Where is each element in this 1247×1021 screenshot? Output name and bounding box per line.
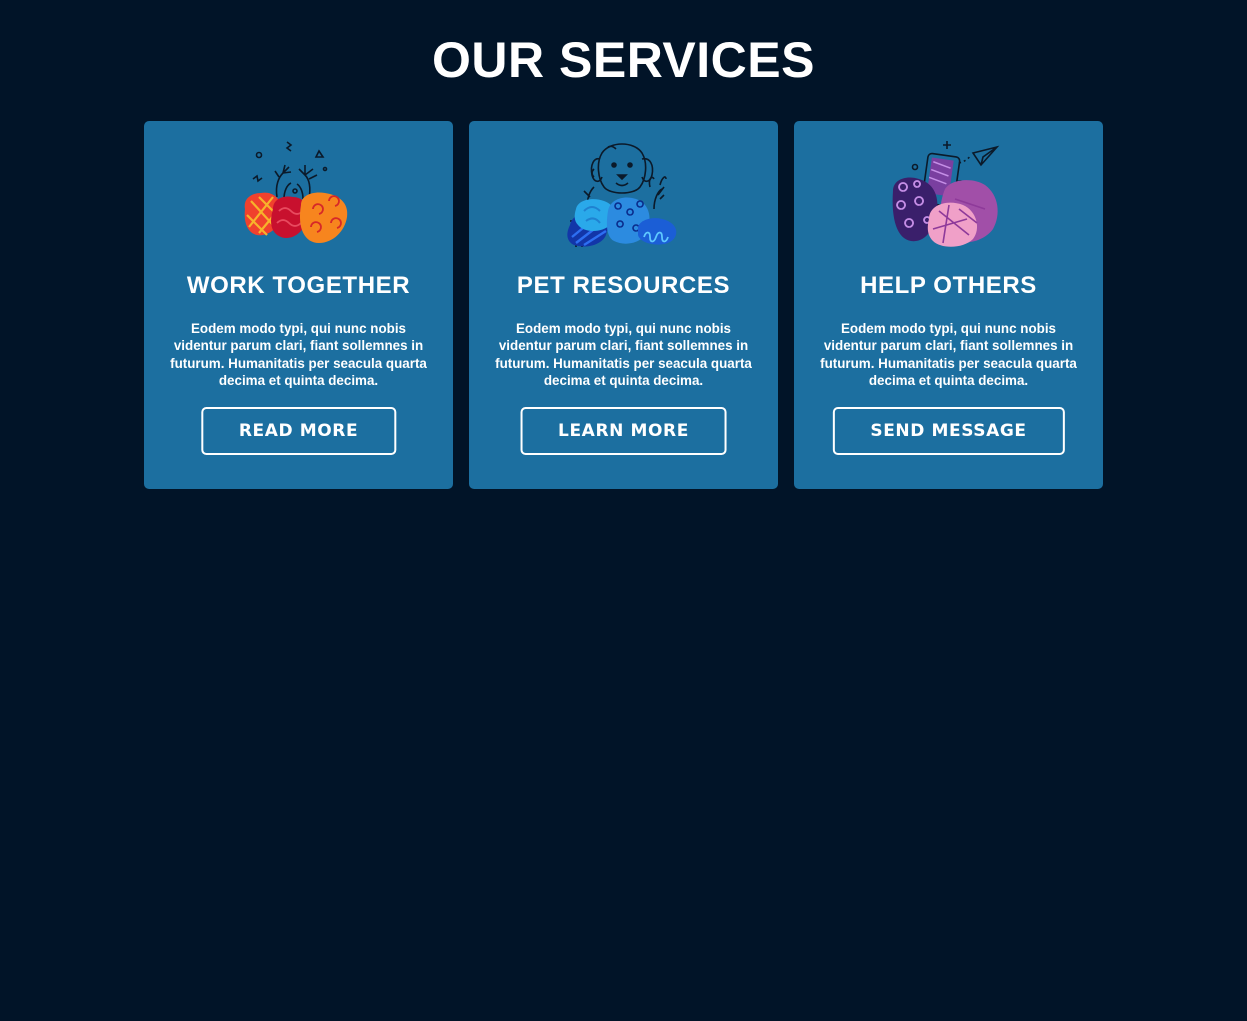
- service-card-help-others: HELP OTHERS Eodem modo typi, qui nunc no…: [794, 121, 1103, 489]
- phone-paper-plane-illustration-icon: [892, 141, 999, 247]
- page-title: OUR SERVICES: [432, 32, 815, 88]
- dog-pet-illustration-icon: [566, 143, 676, 247]
- card-description: Eodem modo typi, qui nunc nobis videntur…: [495, 321, 752, 389]
- card-title: PET RESOURCES: [516, 272, 731, 299]
- card-title: HELP OTHERS: [860, 272, 1037, 299]
- learn-more-button[interactable]: LEARN MORE: [520, 407, 727, 455]
- card-description: Eodem modo typi, qui nunc nobis videntur…: [170, 321, 427, 389]
- card-title: WORK TOGETHER: [186, 272, 411, 299]
- services-cards: WORK TOGETHER Eodem modo typi, qui nunc …: [144, 121, 1104, 489]
- service-card-work-together: WORK TOGETHER Eodem modo typi, qui nunc …: [144, 121, 453, 489]
- send-message-button[interactable]: SEND MESSAGE: [832, 407, 1065, 455]
- hands-together-illustration-icon: [244, 141, 347, 243]
- service-card-pet-resources: PET RESOURCES Eodem modo typi, qui nunc …: [469, 121, 778, 489]
- card-description: Eodem modo typi, qui nunc nobis videntur…: [820, 321, 1077, 389]
- read-more-button[interactable]: READ MORE: [200, 407, 397, 455]
